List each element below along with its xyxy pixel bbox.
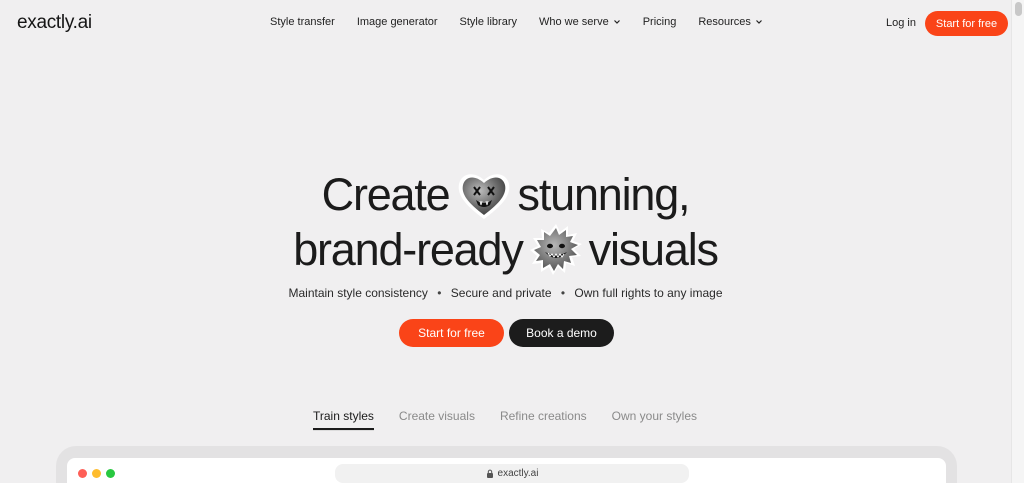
- nav-label: Style library: [459, 16, 517, 28]
- book-a-demo-button[interactable]: Book a demo: [509, 319, 614, 347]
- headline-word: visuals: [588, 224, 719, 275]
- fuzzy-monster-icon: [528, 222, 584, 278]
- page-scrollbar[interactable]: [1011, 0, 1024, 483]
- chevron-down-icon: [613, 20, 620, 24]
- mock-url-text: exactly.ai: [497, 468, 539, 479]
- nav-label: Image generator: [356, 16, 438, 28]
- tab-progress-track: [313, 428, 374, 431]
- tab-train-styles[interactable]: Train styles: [313, 409, 374, 423]
- main-nav: Style transfer Image generator Style lib…: [270, 16, 785, 28]
- hero-start-for-free-button[interactable]: Start for free: [399, 319, 504, 347]
- tab-own-your-styles[interactable]: Own your styles: [612, 409, 697, 423]
- hero-headline-line1: Create stunning,: [0, 168, 1011, 222]
- feature-item: Own full rights to any image: [574, 286, 723, 300]
- nav-label: Pricing: [642, 16, 677, 28]
- nav-image-generator[interactable]: Image generator: [357, 16, 438, 28]
- headline-word: Create: [321, 169, 451, 220]
- headline-word: brand-ready: [293, 224, 524, 275]
- tab-create-visuals[interactable]: Create visuals: [399, 409, 475, 423]
- separator-dot: •: [437, 286, 442, 300]
- login-link[interactable]: Log in: [886, 17, 916, 29]
- nav-label: Style transfer: [270, 16, 335, 28]
- nav-label: Who we serve: [539, 16, 609, 28]
- feature-item: Secure and private: [450, 286, 552, 300]
- site-header: exactly.ai Style transfer Image generato…: [0, 0, 1011, 46]
- heart-face-icon: [455, 169, 513, 221]
- scrollbar-thumb[interactable]: [1015, 2, 1022, 16]
- nav-style-library[interactable]: Style library: [460, 16, 517, 28]
- lock-icon: [486, 469, 493, 478]
- page: exactly.ai Style transfer Image generato…: [0, 0, 1024, 483]
- hero-headline-line2: brand-ready visuals: [0, 223, 1011, 277]
- nav-pricing[interactable]: Pricing: [643, 16, 677, 28]
- mock-address-bar: exactly.ai: [335, 464, 689, 483]
- logo[interactable]: exactly.ai: [17, 12, 92, 34]
- headline-word: stunning,: [517, 169, 691, 220]
- nav-resources[interactable]: Resources: [698, 16, 763, 28]
- window-maximize-dot: [106, 469, 115, 478]
- feature-tabs: Train styles Create visuals Refine creat…: [313, 409, 722, 423]
- window-minimize-dot: [92, 469, 101, 478]
- tab-progress-indicator: [313, 428, 374, 430]
- nav-style-transfer[interactable]: Style transfer: [270, 16, 335, 28]
- feature-list: Maintain style consistency • Secure and …: [0, 286, 1011, 300]
- window-close-dot: [78, 469, 87, 478]
- nav-label: Resources: [698, 16, 751, 28]
- separator-dot: •: [560, 286, 566, 300]
- feature-item: Maintain style consistency: [288, 286, 428, 300]
- chevron-down-icon: [755, 20, 762, 24]
- nav-who-we-serve[interactable]: Who we serve: [539, 16, 621, 28]
- tab-refine-creations[interactable]: Refine creations: [500, 409, 587, 423]
- start-for-free-button[interactable]: Start for free: [925, 11, 1008, 36]
